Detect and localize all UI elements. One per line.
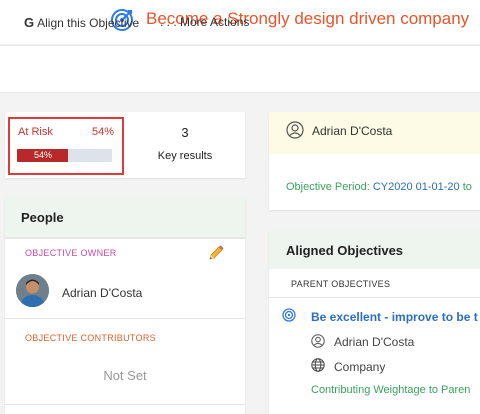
globe-icon [311, 358, 325, 372]
owner-avatar[interactable] [16, 274, 49, 307]
progress-bar: 54% [17, 149, 112, 162]
people-title: People [21, 210, 64, 225]
progress-text: 54% [33, 150, 52, 160]
owner-name[interactable]: Adrian D'Costa [62, 286, 142, 300]
key-results-label[interactable]: Key results [140, 150, 230, 162]
parent-objective-scope: Company [334, 360, 386, 374]
parent-objective-owner: Adrian D'Costa [334, 335, 415, 349]
contributing-weightage: Contributing Weightage to Paren [311, 384, 471, 396]
key-results-count[interactable]: 3 [140, 125, 230, 140]
align-objective-label: Align this Objective [37, 16, 140, 30]
divider [5, 318, 245, 319]
contributors-value: Not Set [103, 368, 147, 383]
more-actions-button[interactable]: . . . More Actions [160, 15, 249, 29]
parent-objective-link[interactable]: Be excellent - improve to be t [311, 310, 478, 324]
align-objective-button[interactable]: G Align this Objective [24, 15, 139, 30]
period-value: CY2020 01-01-20 [372, 181, 460, 193]
edit-pencil-icon[interactable] [207, 244, 225, 262]
divider [269, 297, 480, 298]
align-icon: G [24, 15, 35, 30]
divider [5, 404, 245, 405]
user-circle-icon [286, 121, 304, 139]
objective-goal-icon [282, 308, 296, 322]
objective-period: Objective Period: CY2020 01-01-20 to [286, 181, 472, 193]
avatar-photo [16, 274, 49, 307]
aligned-objectives-title: Aligned Objectives [286, 243, 404, 258]
action-bar [0, 45, 480, 93]
period-more: to [462, 181, 472, 193]
risk-status-label: At Risk [18, 126, 53, 138]
parent-objectives-label: PARENT OBJECTIVES [291, 279, 391, 289]
period-label: Objective Period: [286, 181, 370, 193]
contributors-section-label: OBJECTIVE CONTRIBUTORS [25, 333, 156, 343]
user-circle-icon [311, 334, 325, 348]
risk-percent: 54% [92, 126, 115, 138]
info-owner-name[interactable]: Adrian D'Costa [312, 124, 392, 138]
divider [5, 238, 245, 239]
owner-section-label: OBJECTIVE OWNER [25, 248, 117, 258]
